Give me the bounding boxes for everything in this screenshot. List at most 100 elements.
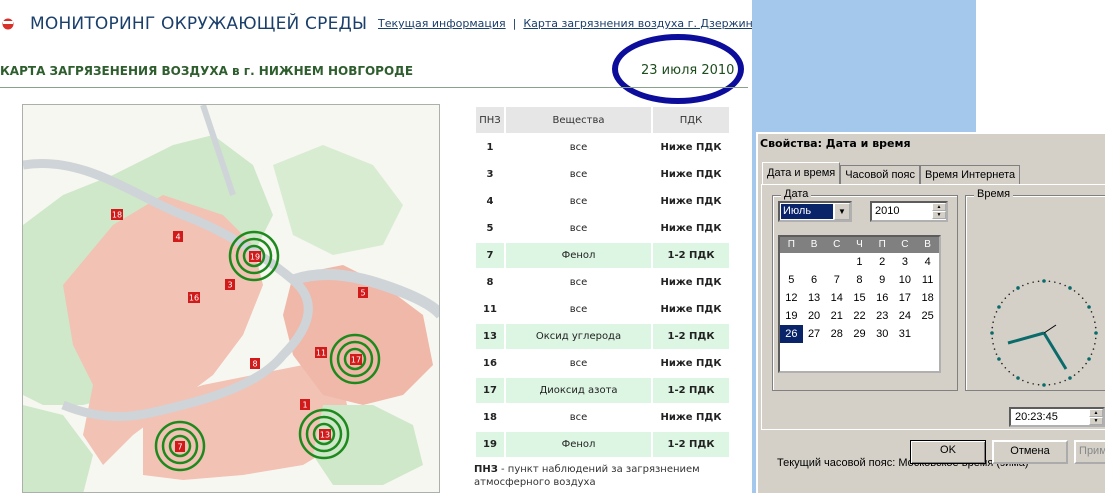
calendar-weekday-header: ПВСЧПСВ xyxy=(780,237,939,253)
clock-tick xyxy=(1092,348,1095,350)
cell-pdk: Ниже ПДК xyxy=(651,214,731,243)
time-group-label: Время xyxy=(974,188,1014,200)
calendar-day[interactable]: 12 xyxy=(780,289,803,307)
calendar-empty-cell xyxy=(803,253,826,271)
clock-tick xyxy=(1054,281,1056,283)
table-row: 16 все Ниже ПДК xyxy=(474,349,731,378)
tab-time-zone[interactable]: Часовой пояс xyxy=(840,165,920,184)
month-select[interactable]: Июль ▼ xyxy=(778,201,852,222)
calendar-day[interactable]: 16 xyxy=(871,289,894,307)
year-value: 2010 xyxy=(875,205,900,217)
calendar-day[interactable]: 26 xyxy=(780,325,803,343)
time-input[interactable]: 20:23:45 ▲ ▼ xyxy=(1009,407,1105,427)
calendar-day[interactable]: 19 xyxy=(780,307,803,325)
calendar-day[interactable]: 14 xyxy=(825,289,848,307)
cell-pnz: 3 xyxy=(474,160,506,189)
clock-tick xyxy=(991,337,994,340)
cell-pnz: 1 xyxy=(474,133,506,162)
calendar-day[interactable]: 8 xyxy=(848,271,871,289)
calendar-day[interactable]: 5 xyxy=(780,271,803,289)
clock-tick xyxy=(1094,343,1096,345)
calendar-day[interactable]: 29 xyxy=(848,325,871,343)
calendar-day[interactable]: 22 xyxy=(848,307,871,325)
time-spin-buttons: ▲ ▼ xyxy=(1089,409,1103,426)
calendar-day[interactable]: 9 xyxy=(871,271,894,289)
apply-button[interactable]: Примен xyxy=(1074,440,1105,464)
calendar-day[interactable]: 10 xyxy=(894,271,917,289)
spin-down-icon[interactable]: ▼ xyxy=(932,211,946,219)
cell-substance: Фенол xyxy=(504,430,653,459)
calendar-day[interactable]: 15 xyxy=(848,289,871,307)
nav-link-current-info[interactable]: Текущая информация xyxy=(378,17,506,30)
cell-pnz: 16 xyxy=(474,349,506,378)
calendar-day[interactable]: 21 xyxy=(825,307,848,325)
calendar-day[interactable]: 1 xyxy=(848,253,871,271)
cell-pdk: 1-2 ПДК xyxy=(651,430,731,459)
calendar-day[interactable]: 23 xyxy=(871,307,894,325)
calendar-day[interactable]: 25 xyxy=(916,307,939,325)
clock-tick xyxy=(1022,284,1024,287)
chevron-down-icon[interactable]: ▼ xyxy=(834,203,850,220)
cell-pdk: Ниже ПДК xyxy=(651,403,731,432)
cell-pdk: 1-2 ПДК xyxy=(651,322,731,351)
calendar-empty-cell xyxy=(825,253,848,271)
nav-link-dzerzhinsk-map[interactable]: Карта загрязнения воздуха г. Дзержинска xyxy=(523,17,772,30)
calendar-day[interactable]: 2 xyxy=(871,253,894,271)
footnote-text: - пункт наблюдений за загрязнением атмос… xyxy=(474,464,700,488)
ok-button[interactable]: OK xyxy=(910,440,986,464)
year-spinner[interactable]: 2010 ▲ ▼ xyxy=(870,201,948,222)
dialog-title: Свойства: Дата и время xyxy=(758,134,1105,154)
tab-internet-time[interactable]: Время Интернета xyxy=(919,165,1021,184)
date-highlight-circle xyxy=(612,34,744,104)
cell-pnz: 13 xyxy=(474,322,506,351)
column-header-pdk: ПДК xyxy=(651,105,731,135)
calendar-day[interactable]: 3 xyxy=(894,253,917,271)
calendar-day[interactable]: 4 xyxy=(916,253,939,271)
spin-up-icon[interactable]: ▲ xyxy=(932,203,946,211)
clock-tick xyxy=(1037,280,1040,283)
weekday-label: П xyxy=(878,239,886,250)
weekday-label: С xyxy=(901,239,909,250)
calendar-day[interactable]: 7 xyxy=(825,271,848,289)
clock-tick xyxy=(1073,374,1076,376)
clock-tick xyxy=(1077,370,1080,373)
tab-date-time[interactable]: Дата и время xyxy=(762,162,841,184)
calendar-day[interactable]: 20 xyxy=(803,307,826,325)
calendar-day[interactable]: 18 xyxy=(916,289,939,307)
clock-tick xyxy=(1094,331,1098,335)
column-header-substances: Вещества xyxy=(504,105,653,135)
clock-tick xyxy=(1016,286,1020,290)
spin-down-icon[interactable]: ▼ xyxy=(1089,417,1103,425)
clock-tick xyxy=(1042,279,1046,283)
calendar-day[interactable]: 27 xyxy=(803,325,826,343)
calendar-day[interactable]: 11 xyxy=(916,271,939,289)
calendar-day[interactable]: 28 xyxy=(825,325,848,343)
cell-pnz: 5 xyxy=(474,214,506,243)
clock-tick xyxy=(1037,383,1040,386)
table-row: 3 все Ниже ПДК xyxy=(474,160,731,189)
cell-pdk: Ниже ПДК xyxy=(651,349,731,378)
station-label: 19 xyxy=(250,253,260,262)
clock-minute-hand xyxy=(1042,332,1068,370)
cancel-button[interactable]: Отмена xyxy=(992,440,1068,464)
date-group-label: Дата xyxy=(781,188,812,200)
clock-tick xyxy=(1064,379,1066,382)
cell-pdk: Ниже ПДК xyxy=(651,160,731,189)
calendar-day[interactable]: 17 xyxy=(894,289,917,307)
cell-substance: все xyxy=(504,349,653,378)
clock-tick xyxy=(1085,362,1087,365)
clock-tick xyxy=(1012,290,1015,292)
table-row: 18 все Ниже ПДК xyxy=(474,403,731,432)
clock-tick xyxy=(1081,366,1084,369)
calendar-day[interactable]: 30 xyxy=(871,325,894,343)
cell-substance: Диоксид азота xyxy=(504,376,653,405)
calendar-days: 1 2 3 4 5 6 7 8 9 10 11 12 13 14 15 16 17 18 19 20 21 22 23 24 2… xyxy=(780,253,939,361)
calendar-day[interactable]: 31 xyxy=(894,325,917,343)
cell-substance: все xyxy=(504,295,653,324)
column-header-pnz: ПНЗ xyxy=(474,105,506,135)
clock-tick xyxy=(1048,383,1051,386)
calendar-day[interactable]: 24 xyxy=(894,307,917,325)
spin-up-icon[interactable]: ▲ xyxy=(1089,409,1103,417)
calendar-day[interactable]: 6 xyxy=(803,271,826,289)
calendar-day[interactable]: 13 xyxy=(803,289,826,307)
